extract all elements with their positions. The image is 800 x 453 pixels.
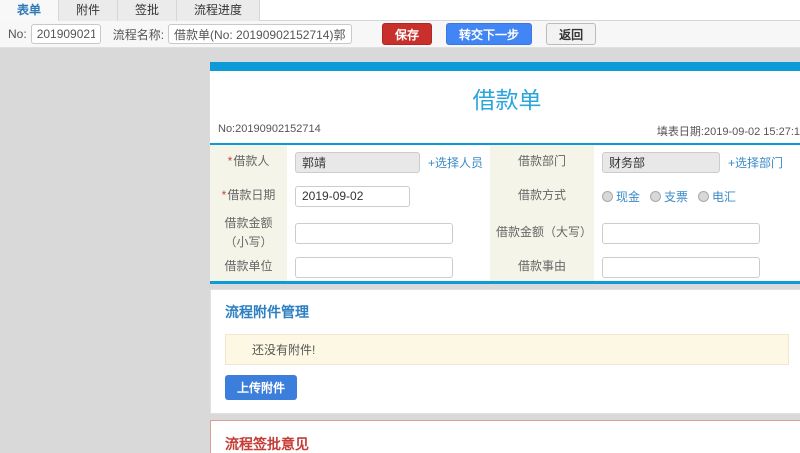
tab-attachments[interactable]: 附件	[59, 0, 119, 21]
tab-form[interactable]: 表单	[0, 0, 60, 21]
radio-cash[interactable]: 现金	[602, 188, 640, 205]
back-button[interactable]: 返回	[546, 23, 597, 45]
no-input[interactable]	[30, 24, 101, 44]
tab-signoff[interactable]: 签批	[118, 0, 178, 21]
save-button[interactable]: 保存	[382, 23, 433, 45]
loan-method-label: 借款方式	[490, 179, 594, 213]
tab-flow-progress[interactable]: 流程进度	[177, 0, 261, 21]
loan-date-input[interactable]	[295, 185, 410, 207]
action-toolbar: No: 流程名称: 保存 转交下一步 返回	[0, 21, 800, 48]
approval-comments-section: 流程签批意见 B I abc ✎ ∞ ∞ ⚑ ≡ ≡ ⇤ ⇥	[210, 420, 800, 453]
loan-form-panel: 借款单 No:20190902152714 填表日期:2019-09-02 15…	[210, 62, 800, 453]
form-no-text: No:20190902152714	[218, 123, 321, 135]
upload-attachment-button[interactable]: 上传附件	[225, 375, 298, 400]
loan-unit-field	[287, 253, 490, 281]
radio-wire-transfer[interactable]: 电汇	[698, 188, 736, 205]
approval-comments-title: 流程签批意见	[225, 436, 309, 452]
form-meta-row: No:20190902152714 填表日期:2019-09-02 15:27:…	[210, 123, 800, 145]
required-mark: *	[221, 188, 227, 203]
main-area: 借款单 No:20190902152714 填表日期:2019-09-02 15…	[0, 48, 800, 453]
panel-top-bar	[210, 62, 800, 71]
department-input[interactable]	[602, 151, 720, 173]
no-attachments-alert: 还没有附件!	[225, 334, 789, 365]
loan-form-grid: *借款人 +选择人员 借款部门 +选择部门 *借款日期	[210, 145, 800, 281]
radio-circle-icon[interactable]	[650, 190, 662, 202]
form-date-text: 填表日期:2019-09-02 15:27:1	[656, 126, 800, 138]
loan-method-field: 现金 支票 电汇	[594, 179, 800, 213]
borrower-field: +选择人员	[287, 145, 490, 179]
no-label: No:	[8, 27, 27, 41]
required-mark: *	[227, 154, 233, 169]
loan-unit-input[interactable]	[295, 256, 453, 278]
select-department-link[interactable]: +选择部门	[728, 154, 783, 171]
attachments-section: 流程附件管理 还没有附件! 上传附件	[210, 289, 800, 414]
borrower-input[interactable]	[295, 151, 420, 173]
attachments-title: 流程附件管理	[225, 304, 309, 320]
amount-small-field	[287, 213, 490, 253]
flow-name-input[interactable]	[168, 24, 353, 44]
loan-unit-label: 借款单位	[210, 253, 287, 281]
loan-date-label: * 借款日期	[210, 179, 287, 213]
tab-bar: 表单 附件 签批 流程进度	[0, 0, 800, 21]
borrower-label: * 借款人	[210, 145, 287, 179]
flow-name-label: 流程名称:	[112, 27, 165, 42]
department-label: 借款部门	[490, 145, 594, 179]
loan-reason-input[interactable]	[602, 256, 760, 278]
loan-date-field	[287, 179, 490, 213]
form-title: 借款单	[472, 87, 542, 113]
amount-small-label: 借款金额（小写）	[210, 213, 287, 253]
radio-cheque[interactable]: 支票	[650, 188, 688, 205]
loan-method-radio-group: 现金 支票 电汇	[602, 188, 736, 205]
amount-big-field	[594, 213, 800, 253]
amount-big-label: 借款金额（大写）	[490, 213, 594, 253]
radio-circle-icon[interactable]	[698, 190, 710, 202]
loan-reason-label: 借款事由	[490, 253, 594, 281]
forward-next-step-button[interactable]: 转交下一步	[446, 23, 533, 45]
department-field: +选择部门	[594, 145, 800, 179]
amount-big-input[interactable]	[602, 222, 760, 244]
radio-circle-icon[interactable]	[602, 190, 613, 202]
loan-reason-field	[594, 253, 800, 281]
amount-small-input[interactable]	[295, 222, 453, 244]
loan-form-card: 借款单 No:20190902152714 填表日期:2019-09-02 15…	[210, 62, 800, 284]
select-person-link[interactable]: +选择人员	[428, 154, 483, 171]
